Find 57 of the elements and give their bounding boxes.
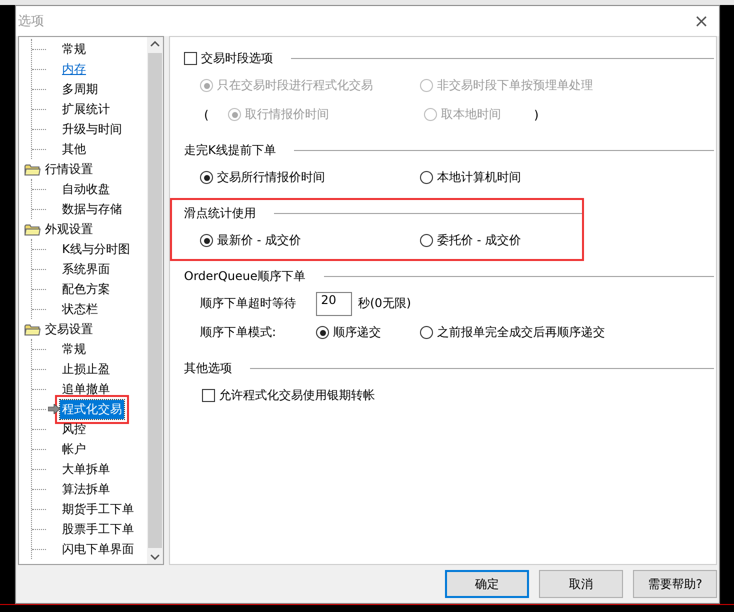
window-title: 选项 [17, 13, 44, 30]
close-button[interactable]: × [684, 10, 719, 32]
tree-item[interactable]: 配色方案 [60, 280, 112, 298]
folder-icon [24, 222, 41, 236]
tree-item[interactable]: 程式化交易 [60, 400, 124, 418]
radio-option[interactable]: 本地计算机时间 [420, 169, 640, 186]
radio-option[interactable]: 委托价 - 成交价 [420, 232, 640, 249]
radio-option[interactable]: 之前报单完全成交后再顺序递交 [420, 324, 640, 341]
bracket-text: ) [534, 108, 540, 122]
tree-group[interactable]: 行情设置 [44, 160, 94, 178]
section-title: 其他选项 [184, 360, 232, 376]
tree-item[interactable]: 常规 [60, 40, 88, 58]
folder-icon [24, 322, 41, 336]
tree-item[interactable]: 自动收盘 [60, 180, 112, 198]
section-title: OrderQueue顺序下单 [184, 268, 306, 284]
tree-item[interactable]: 内存 [60, 60, 88, 78]
scrollbar[interactable] [147, 37, 163, 564]
dialog-button[interactable]: 取消 [539, 570, 623, 598]
tree-item[interactable]: 扩展统计 [60, 100, 112, 118]
tree-item[interactable]: 股票手工下单 [60, 520, 136, 538]
unit-text: 秒(0无限) [358, 295, 411, 312]
tree-item[interactable]: 期货手工下单 [60, 500, 136, 518]
tree-item[interactable]: 常规 [60, 340, 88, 358]
tree-item[interactable]: 大单拆单 [60, 460, 112, 478]
tree-item[interactable]: K线与分时图 [60, 240, 132, 258]
tree-item[interactable]: 帐户 [60, 440, 88, 458]
field-label: 顺序下单超时等待 [200, 295, 297, 312]
section-title: 滑点统计使用 [184, 204, 256, 222]
tree-item[interactable]: 升级与时间 [60, 120, 124, 138]
folder-icon [24, 162, 41, 176]
scroll-up-icon[interactable] [150, 41, 160, 47]
radio-option[interactable]: 交易所行情报价时间 [200, 169, 420, 186]
tree-group[interactable]: 外观设置 [44, 220, 94, 238]
tree-item[interactable]: 算法拆单 [60, 480, 112, 498]
timeout-input[interactable]: 20 [316, 292, 352, 316]
radio-option[interactable]: 顺序递交 [316, 324, 420, 341]
field-label: 顺序下单模式: [200, 324, 278, 341]
tree-item[interactable]: 止损止盈 [60, 360, 112, 378]
tree-item[interactable]: 多周期 [60, 80, 100, 98]
tree-item[interactable]: 追单撤单 [60, 380, 112, 398]
dialog-button[interactable]: 需要帮助? [633, 570, 717, 598]
tree-item[interactable]: 系统界面 [60, 260, 112, 278]
tree-item[interactable]: 风控 [60, 420, 88, 438]
tree-item[interactable]: 其他 [60, 140, 88, 158]
section-title: 交易时段选项 [201, 50, 273, 66]
checkbox-option[interactable]: 允许程式化交易使用银期转帐 [200, 387, 375, 404]
radio-option[interactable]: 最新价 - 成交价 [200, 232, 420, 249]
dialog-button[interactable]: 确定 [445, 570, 529, 598]
tree-item[interactable]: 闪电下单界面 [60, 540, 136, 558]
section-title: 走完K线提前下单 [184, 142, 276, 158]
pointer-arrow-icon [48, 404, 60, 414]
checkbox[interactable] [184, 52, 197, 64]
bracket-text: ( [203, 108, 210, 122]
tree-item[interactable]: 数据与存储 [60, 200, 124, 218]
tree-group[interactable]: 交易设置 [44, 320, 94, 338]
scroll-down-icon[interactable] [150, 554, 160, 560]
tree-item[interactable]: 状态栏 [60, 300, 100, 318]
